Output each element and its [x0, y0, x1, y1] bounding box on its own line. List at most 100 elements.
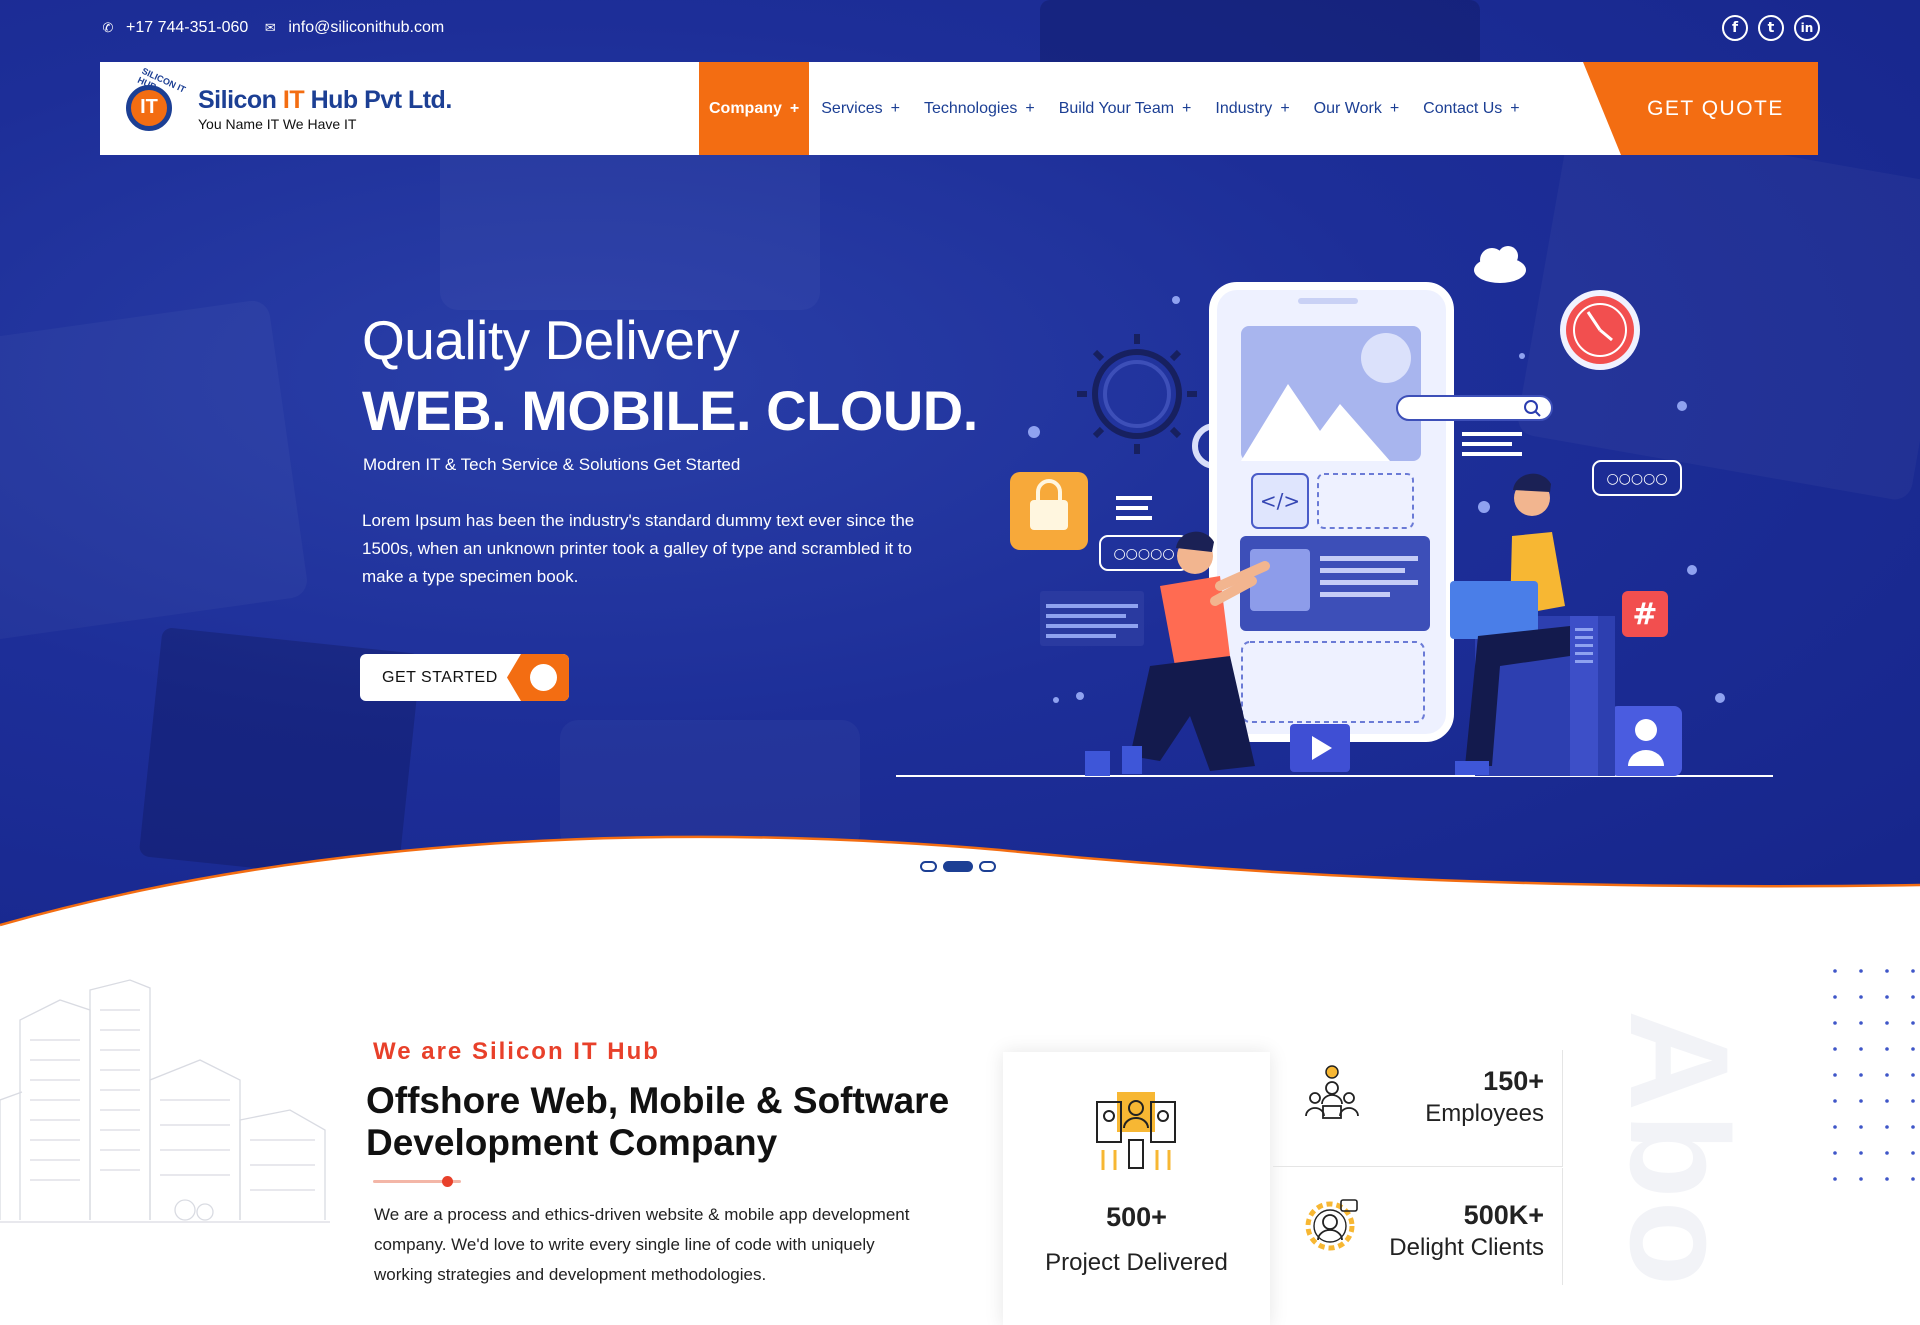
decor-dot: [1859, 1151, 1863, 1155]
stat-employees-number: 150+: [1483, 1066, 1544, 1096]
nav-label: Company: [709, 99, 782, 117]
stat-card-employees: 150+ Employees: [1273, 1050, 1563, 1167]
hero-title: Quality Delivery: [362, 309, 740, 371]
decor-dot: [1833, 1099, 1837, 1103]
brand-name-part2: IT: [282, 85, 305, 114]
slider-dot-active[interactable]: [943, 861, 973, 872]
chat-bubble-icon: ○○○○○: [1099, 535, 1189, 571]
decor-dot: [1833, 1177, 1837, 1181]
stat-projects-label: Project Delivered: [1045, 1249, 1228, 1276]
hero-section: ✆ +17 744-351-060 ✉ info@siliconithub.co…: [0, 0, 1920, 940]
slider-pagination: [920, 861, 996, 872]
city-skyline-illustration: [0, 979, 330, 1223]
decor-dot: [1833, 1073, 1837, 1077]
chat-bubble-icon: ○○○○○: [1592, 460, 1682, 496]
decor-dot: [1911, 1047, 1915, 1051]
logo-text: Silicon IT Hub Pvt Ltd. You Name IT We H…: [198, 86, 452, 132]
decor-dot: [1859, 1073, 1863, 1077]
stats-panel: 500+ Project Delivered 150+ Employees 50…: [1003, 1050, 1563, 1325]
decor-dot: [1885, 1073, 1889, 1077]
decor-dot: [1859, 1047, 1863, 1051]
decor-dot-grid: [1833, 943, 1915, 1181]
decor-dot: [1833, 1021, 1837, 1025]
decor-dot: [1885, 1047, 1889, 1051]
title-underline-dot: [442, 1176, 453, 1187]
search-icon: [1396, 395, 1553, 421]
email-link[interactable]: info@siliconithub.com: [288, 19, 444, 37]
clock-icon: [1560, 290, 1640, 370]
plus-icon: +: [1389, 99, 1400, 117]
cloud-icon: [1474, 246, 1526, 283]
svg-text:○○○○○: ○○○○○: [1606, 471, 1667, 487]
decor-dot: [1859, 1099, 1863, 1103]
logo[interactable]: IT SILICON IT HUB Silicon IT Hub Pvt Ltd…: [100, 62, 699, 155]
decor-dot: [1859, 1021, 1863, 1025]
brand-name-part3: Hub Pvt Ltd.: [304, 85, 453, 114]
decor-dot: [1911, 1021, 1915, 1025]
nav-item-services[interactable]: Services +: [809, 62, 912, 155]
nav-label: Technologies: [923, 99, 1018, 117]
about-text: We are a process and ethics-driven websi…: [374, 1205, 910, 1284]
topbar-contact: ✆ +17 744-351-060 ✉ info@siliconithub.co…: [100, 16, 445, 40]
decor-dot: [1885, 969, 1889, 973]
mail-icon: ✉: [264, 20, 276, 35]
hero-description: Lorem Ipsum has been the industry's stan…: [362, 511, 915, 586]
svg-text:○○○○○: ○○○○○: [1113, 546, 1174, 562]
stat-card-clients: 500K+ Delight Clients: [1273, 1168, 1563, 1285]
slider-dot[interactable]: [979, 861, 996, 872]
decor-dot: [1911, 1125, 1915, 1129]
decor-dot: [1885, 1151, 1889, 1155]
nav-label: Build Your Team: [1058, 99, 1175, 117]
decor-dot: [1885, 995, 1889, 999]
decor-dot: [1911, 995, 1915, 999]
stat-clients-label: Delight Clients: [1389, 1234, 1544, 1261]
nav-item-company[interactable]: Company +: [699, 62, 810, 155]
employees-icon: [1305, 1065, 1359, 1119]
brand-tagline: You Name IT We Have IT: [198, 115, 357, 132]
plus-icon: +: [890, 99, 900, 117]
text-lines-icon: [1462, 432, 1522, 456]
hero-subtitle: Modren IT & Tech Service & Solutions Get…: [363, 455, 741, 474]
bg-laptop-shape: [0, 298, 309, 641]
slider-dot[interactable]: [920, 861, 937, 872]
facebook-icon[interactable]: f: [1722, 15, 1748, 41]
decor-dot: [1911, 969, 1915, 973]
nav-item-technologies[interactable]: Technologies +: [912, 62, 1047, 155]
decor-dot: [1911, 1073, 1915, 1077]
decor-dot: [1859, 995, 1863, 999]
get-started-label: GET STARTED: [382, 668, 498, 686]
hero-illustration: </> ○○○○○ ○○○○○ #: [896, 246, 1773, 777]
get-started-button[interactable]: GET STARTED: [360, 654, 569, 701]
nav-item-industry[interactable]: Industry +: [1203, 62, 1301, 155]
get-quote-button[interactable]: GET QUOTE: [1583, 62, 1818, 155]
about-kicker: We are Silicon IT Hub: [373, 1038, 660, 1065]
phone-link[interactable]: +17 744-351-060: [126, 19, 248, 37]
hero-wave-divider: [0, 835, 1920, 950]
decor-dot: [1833, 969, 1837, 973]
stat-clients-number: 500K+: [1463, 1200, 1544, 1230]
nav-item-build-your-team[interactable]: Build Your Team +: [1047, 62, 1204, 155]
brand-name: Silicon IT Hub Pvt Ltd.: [198, 86, 452, 115]
lock-icon: [1010, 472, 1088, 550]
social-links: f t in: [1722, 15, 1820, 41]
decor-dot: [1833, 1125, 1837, 1129]
nav-label: Services: [821, 99, 883, 117]
plus-icon: +: [1280, 99, 1290, 117]
linkedin-icon[interactable]: in: [1794, 15, 1820, 41]
plus-icon: +: [1025, 99, 1035, 117]
plus-icon: +: [1182, 99, 1192, 117]
stat-card-projects: 500+ Project Delivered: [1003, 1052, 1270, 1325]
decor-dot: [1833, 1047, 1837, 1051]
svg-text:</>: </>: [1260, 489, 1300, 513]
decor-dot: [1885, 1177, 1889, 1181]
decor-dot: [1859, 1125, 1863, 1129]
decor-dot: [1885, 1021, 1889, 1025]
nav-label: Contact Us: [1423, 99, 1503, 117]
decor-dot: [1911, 1151, 1915, 1155]
nav-item-contact-us[interactable]: Contact Us +: [1411, 62, 1531, 155]
phone-mockup: </>: [1209, 282, 1454, 772]
nav-item-our-work[interactable]: Our Work +: [1302, 62, 1412, 155]
stat-projects-number: 500+: [1106, 1202, 1167, 1232]
tumblr-icon[interactable]: t: [1758, 15, 1784, 41]
nav-label: Industry: [1215, 99, 1273, 117]
